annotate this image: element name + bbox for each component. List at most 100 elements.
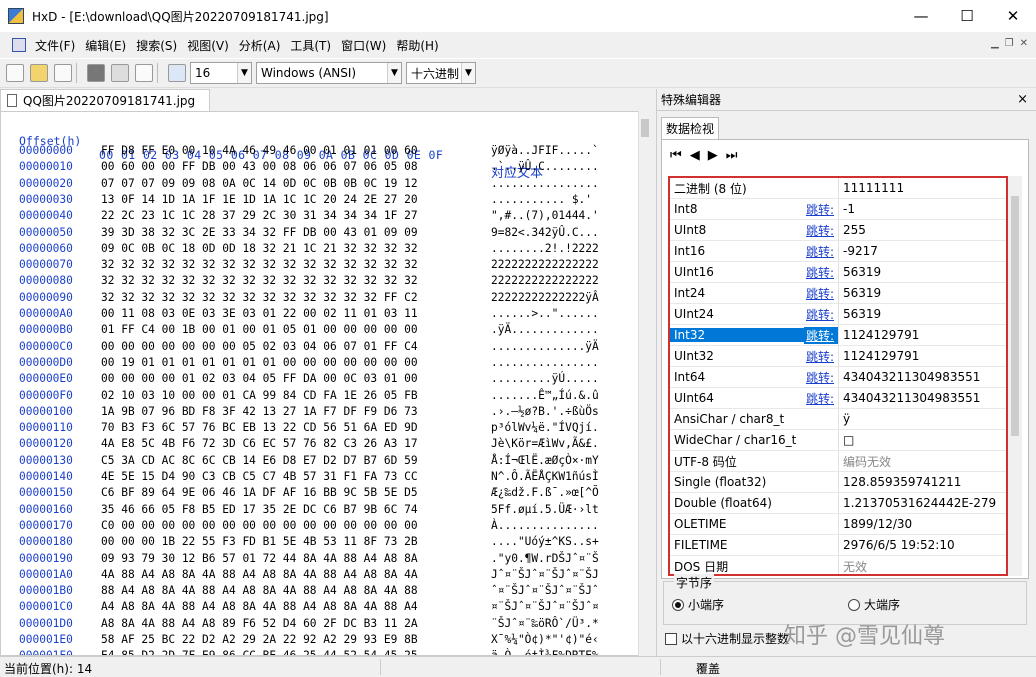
row-text[interactable]: p³ólWv¼ë."ÍVQjí. [491, 421, 599, 434]
row-bytes[interactable]: C0 00 00 00 00 00 00 00 00 00 00 00 00 0… [101, 519, 418, 532]
charset-select[interactable]: Windows (ANSI) ▼ [256, 62, 402, 84]
inspector-row[interactable]: FILETIME 2976/6/5 19:52:10 [670, 535, 1006, 556]
row-bytes[interactable]: 01 FF C4 00 1B 00 01 00 01 05 01 00 00 0… [101, 323, 418, 336]
row-text[interactable]: .`..ÿÛ.C........ [491, 160, 599, 173]
row-bytes[interactable]: 00 00 00 00 00 00 00 05 02 03 04 06 07 0… [101, 340, 418, 353]
close-button[interactable]: ✕ [990, 0, 1036, 32]
inspector-row[interactable]: UInt24 跳转: 56319 [670, 304, 1006, 325]
open-folder-icon[interactable] [30, 64, 48, 82]
menu-help[interactable]: 帮助(H) [391, 37, 443, 54]
inspector-row[interactable]: 二进制 (8 位) 11111111 [670, 178, 1006, 199]
menu-view[interactable]: 视图(V) [182, 37, 234, 54]
row-bytes[interactable]: A8 8A 4A 88 A4 A8 89 F6 52 D4 60 2F DC B… [101, 617, 418, 630]
inspector-value[interactable]: 1124129791 [838, 325, 1006, 345]
mdi-minimize-icon[interactable]: ▁ [991, 38, 999, 49]
row-text[interactable]: Å:Í¬ŒlË.æØçÒ×·mY [491, 454, 599, 467]
row-bytes[interactable]: 4E 5E 15 D4 90 C3 CB C5 C7 4B 57 31 F1 F… [101, 470, 418, 483]
hex-editor[interactable]: Offset(h) 00 01 02 03 04 05 06 07 08 09 … [0, 111, 650, 656]
inspector-value[interactable]: 无效 [838, 556, 1006, 574]
row-bytes[interactable]: 22 2C 23 1C 1C 28 37 29 2C 30 31 34 34 3… [101, 209, 418, 222]
inspector-row[interactable]: Int8 跳转: -1 [670, 199, 1006, 220]
row-bytes[interactable]: 70 B3 F3 6C 57 76 BC EB 13 22 CD 56 51 6… [101, 421, 418, 434]
inspector-row[interactable]: Int32 跳转: 1124129791 [670, 325, 1006, 346]
inspector-value[interactable]: 1.21370531624442E-279 [838, 493, 1006, 513]
previous-icon[interactable]: ◀ [690, 148, 700, 163]
next-icon[interactable]: ▶ [708, 148, 718, 163]
inspector-value[interactable]: 56319 [838, 283, 1006, 303]
row-text[interactable]: ¨ŠJˆ¤¨‰öRÔ`/Ü³.* [491, 617, 599, 630]
inspector-value[interactable]: 255 [838, 220, 1006, 240]
inspector-value[interactable]: 56319 [838, 262, 1006, 282]
inspector-row[interactable]: UTF-8 码位 编码无效 [670, 451, 1006, 472]
row-bytes[interactable]: 00 11 08 03 0E 03 3E 03 01 22 00 02 11 0… [101, 307, 418, 320]
inspector-row[interactable]: Int64 跳转: 434043211304983551 [670, 367, 1006, 388]
disk-icon[interactable] [111, 64, 129, 82]
row-bytes[interactable]: 88 A4 A8 8A 4A 88 A4 A8 8A 4A 88 A4 A8 8… [101, 584, 418, 597]
row-text[interactable]: 2222222222222222 [491, 274, 599, 287]
row-text[interactable]: ¤¨ŠJˆ¤¨ŠJˆ¤¨ŠJˆ¤ [491, 600, 599, 613]
row-text[interactable]: 5Ff.øµí.5.ÜÆ·›lt [491, 503, 599, 516]
inspector-row[interactable]: OLETIME 1899/12/30 [670, 514, 1006, 535]
row-bytes[interactable]: E4 85 D2 2D 7F E9 86 CC BE 46 25 44 52 5… [101, 649, 418, 655]
row-text[interactable]: ................ [491, 177, 599, 190]
row-bytes[interactable]: A4 A8 8A 4A 88 A4 A8 8A 4A 88 A4 A8 8A 4… [101, 600, 418, 613]
row-bytes[interactable]: 00 60 00 00 FF DB 00 43 00 08 06 06 07 0… [101, 160, 418, 173]
row-text[interactable]: .........ÿÚ..... [491, 372, 599, 385]
last-icon[interactable]: ⏭ [726, 148, 738, 163]
row-text[interactable]: Jè\Kör=ÆìWv‚Ã&£. [491, 437, 599, 450]
jump-link[interactable]: 跳转: [804, 369, 838, 386]
inspector-value[interactable]: 1899/12/30 [838, 514, 1006, 534]
row-bytes[interactable]: 4A E8 5C 4B F6 72 3D C6 EC 57 76 82 C3 2… [101, 437, 418, 450]
row-bytes[interactable]: 13 0F 14 1D 1A 1F 1E 1D 1A 1C 1C 20 24 2… [101, 193, 418, 206]
document-tab[interactable]: QQ图片20220709181741.jpg [0, 89, 210, 111]
row-text[interactable]: N^.Ô.ÃËÅÇKW1ñúsÌ [491, 470, 599, 483]
row-bytes[interactable]: 00 19 01 01 01 01 01 01 01 00 00 00 00 0… [101, 356, 418, 369]
row-bytes[interactable]: 00 00 00 00 01 02 03 04 05 FF DA 00 0C 0… [101, 372, 418, 385]
row-text[interactable]: 22222222222222ÿÂ [491, 291, 599, 304]
mdi-restore-icon[interactable]: ❐ [1005, 38, 1014, 49]
hex-integer-checkbox[interactable]: 以十六进制显示整数 [665, 630, 789, 647]
row-text[interactable]: ................ [491, 356, 599, 369]
inspector-row[interactable]: Int16 跳转: -9217 [670, 241, 1006, 262]
row-bytes[interactable]: 09 0C 0B 0C 18 0D 0D 18 32 21 1C 21 32 3… [101, 242, 418, 255]
jump-link[interactable]: 跳转: [804, 306, 838, 323]
row-text[interactable]: ......>.."...... [491, 307, 599, 320]
inspector-value[interactable]: 128.859359741211 [838, 472, 1006, 492]
row-text[interactable]: 9=82<.342ÿÛ.C... [491, 226, 599, 239]
inspector-value[interactable]: □ [838, 430, 1006, 450]
row-text[interactable]: .ÿÄ............. [491, 323, 599, 336]
mdi-close-icon[interactable]: ✕ [1020, 38, 1028, 49]
inspector-row[interactable]: Single (float32) 128.859359741211 [670, 472, 1006, 493]
jump-link[interactable]: 跳转: [804, 390, 838, 407]
row-bytes[interactable]: 1A 9B 07 96 BD F8 3F 42 13 27 1A F7 DF F… [101, 405, 418, 418]
row-bytes[interactable]: 39 3D 38 32 3C 2E 33 34 32 FF DB 00 43 0… [101, 226, 418, 239]
offset-base-select[interactable]: 十六进制 ▼ [406, 62, 476, 84]
little-endian-radio[interactable]: 小端序 [672, 596, 724, 613]
row-text[interactable]: ÿØÿà..JFIF.....` [491, 144, 599, 157]
row-bytes[interactable]: 09 93 79 30 12 B6 57 01 72 44 8A 4A 88 A… [101, 552, 418, 565]
panel-close-icon[interactable]: × [1017, 92, 1028, 107]
row-text[interactable]: ",#..(7),01444.' [491, 209, 599, 222]
menu-analysis[interactable]: 分析(A) [234, 37, 286, 54]
row-bytes[interactable]: C6 BF 89 64 9E 06 46 1A DF AF 16 BB 9C 5… [101, 486, 418, 499]
jump-link[interactable]: 跳转: [804, 348, 838, 365]
row-text[interactable]: À............... [491, 519, 599, 532]
row-text[interactable]: .›.–½ø?B.'.÷ßùÖs [491, 405, 599, 418]
row-bytes[interactable]: 4A 88 A4 A8 8A 4A 88 A4 A8 8A 4A 88 A4 A… [101, 568, 418, 581]
inspector-scrollbar[interactable] [1008, 176, 1022, 576]
row-text[interactable]: ."y0.¶W.rDŠJˆ¤¨Š [491, 552, 599, 565]
inspector-row[interactable]: UInt16 跳转: 56319 [670, 262, 1006, 283]
save-icon[interactable] [54, 64, 72, 82]
menu-tools[interactable]: 工具(T) [285, 37, 336, 54]
image-icon[interactable] [135, 64, 153, 82]
jump-link[interactable]: 跳转: [804, 326, 838, 344]
ram-icon[interactable] [87, 64, 105, 82]
row-bytes[interactable]: 58 AF 25 BC 22 D2 A2 29 2A 22 92 A2 29 9… [101, 633, 418, 646]
inspector-row[interactable]: WideChar / char16_t □ [670, 430, 1006, 451]
menu-file[interactable]: 文件(F) [30, 37, 80, 54]
inspector-row[interactable]: UInt32 跳转: 1124129791 [670, 346, 1006, 367]
row-text[interactable]: ........2!.!2222 [491, 242, 599, 255]
row-text[interactable]: ä…Ò-.é†Ì¾F%DRTE% [491, 649, 599, 655]
new-file-icon[interactable] [6, 64, 24, 82]
row-bytes[interactable]: 32 32 32 32 32 32 32 32 32 32 32 32 32 3… [101, 274, 418, 287]
